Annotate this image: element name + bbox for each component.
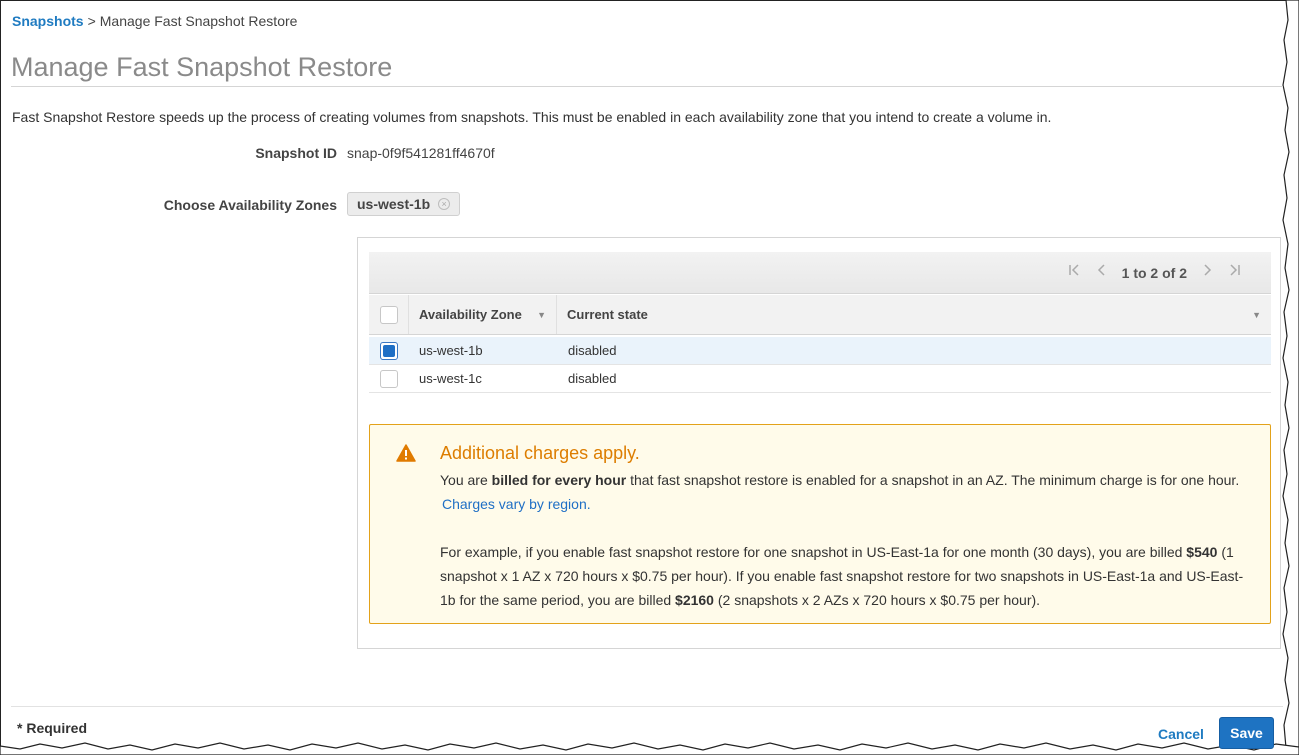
prev-page-icon[interactable] (1096, 263, 1108, 282)
alert-bold-text: billed for every hour (491, 472, 627, 488)
az-token-label: us-west-1b (357, 196, 431, 212)
breadcrumb: Snapshots > Manage Fast Snapshot Restore (12, 13, 297, 29)
select-all-checkbox[interactable] (379, 305, 398, 324)
row-state: disabled (568, 343, 617, 358)
table-row[interactable]: us-west-1b disabled (369, 337, 1271, 365)
torn-edge-right (1282, 0, 1299, 755)
row-state: disabled (568, 371, 617, 386)
snapshot-id-label: Snapshot ID (255, 145, 337, 161)
table-header: Availability Zone ▼ Current state ▼ (369, 295, 1271, 335)
row-zone: us-west-1c (419, 371, 482, 386)
alert-billing-line: You are billed for every hour that fast … (440, 468, 1250, 492)
save-button[interactable]: Save (1219, 717, 1274, 749)
column-header-availability-zone[interactable]: Availability Zone ▼ (409, 295, 557, 334)
breadcrumb-separator: > (87, 13, 96, 29)
column-header-label: Current state (567, 307, 648, 322)
charges-warning-alert: Additional charges apply. You are billed… (369, 424, 1271, 624)
breadcrumb-current: Manage Fast Snapshot Restore (99, 13, 298, 29)
required-note: * Required (17, 720, 88, 736)
availability-zones-label: Choose Availability Zones (163, 197, 337, 213)
charges-vary-link[interactable]: Charges vary by region. (442, 492, 1250, 516)
warning-icon (396, 444, 416, 462)
torn-edge-bottom (0, 742, 1299, 755)
alert-text: that fast snapshot restore is enabled fo… (626, 472, 1240, 488)
alert-spacer (440, 516, 1250, 540)
row-checkbox[interactable] (380, 341, 398, 360)
page-description: Fast Snapshot Restore speeds up the proc… (12, 109, 1052, 125)
alert-title: Additional charges apply. (440, 443, 640, 463)
az-token-us-west-1b[interactable]: us-west-1b × (347, 192, 461, 216)
header-select-cell (369, 295, 409, 334)
footer-divider (11, 706, 1283, 707)
alert-text: For example, if you enable fast snapshot… (440, 544, 1187, 560)
remove-token-icon[interactable]: × (438, 198, 451, 210)
last-page-icon[interactable] (1227, 263, 1241, 282)
pagination: 1 to 2 of 2 (1068, 263, 1241, 282)
availability-zone-panel: 1 to 2 of 2 Availability Zone ▼ Current … (357, 237, 1281, 649)
sort-caret-icon[interactable]: ▼ (537, 310, 546, 320)
sort-caret-icon[interactable]: ▼ (1252, 310, 1261, 320)
table-row[interactable]: us-west-1c disabled (369, 365, 1271, 393)
row-checkbox[interactable] (380, 369, 398, 388)
alert-example: For example, if you enable fast snapshot… (440, 540, 1250, 612)
alert-text: You are (440, 472, 492, 488)
first-page-icon[interactable] (1068, 263, 1082, 282)
breadcrumb-snapshots-link[interactable]: Snapshots (12, 13, 84, 29)
alert-bold-text: $540 (1186, 544, 1218, 560)
alert-text: (2 snapshots x 2 AZs x 720 hours x $0.75… (713, 592, 1041, 608)
alert-bold-text: $2160 (675, 592, 714, 608)
page-title: Manage Fast Snapshot Restore (11, 52, 393, 82)
row-zone: us-west-1b (419, 343, 483, 358)
title-divider (11, 86, 1283, 87)
pagination-text: 1 to 2 of 2 (1121, 264, 1187, 281)
next-page-icon[interactable] (1201, 263, 1213, 282)
snapshot-id-value: snap-0f9f541281ff4670f (347, 145, 495, 161)
table-pager-bar: 1 to 2 of 2 (369, 252, 1271, 294)
cancel-button[interactable]: Cancel (1158, 726, 1204, 742)
column-header-label: Availability Zone (419, 307, 522, 322)
alert-body: You are billed for every hour that fast … (440, 468, 1250, 612)
column-header-current-state[interactable]: Current state ▼ (557, 295, 1271, 334)
